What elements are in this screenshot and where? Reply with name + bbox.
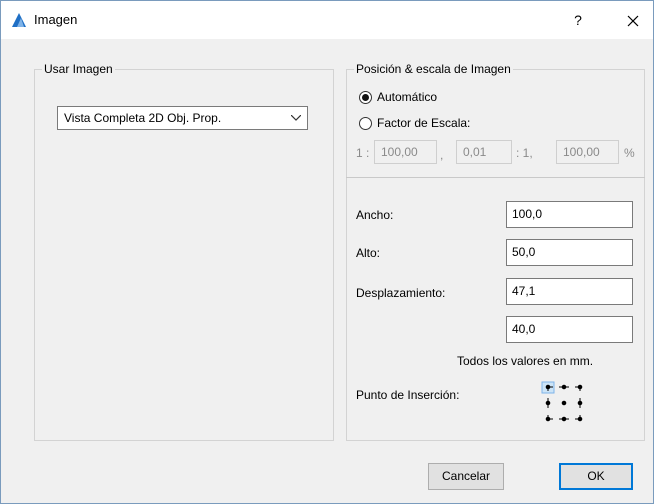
desplazamiento-label: Desplazamiento: (356, 286, 446, 300)
ok-button[interactable]: OK (559, 463, 633, 490)
scale-prefix: 1 : (356, 146, 370, 160)
ancho-label: Ancho: (356, 208, 394, 222)
radio-factor-escala-label: Factor de Escala: (377, 116, 471, 130)
alto-input[interactable]: 50,0 (506, 239, 633, 266)
cancel-button[interactable]: Cancelar (428, 463, 504, 490)
radio-factor-escala-indicator[interactable] (359, 116, 372, 130)
insertion-point-grid-icon[interactable] (540, 381, 588, 425)
scale-sep-1: , (440, 148, 444, 162)
radio-factor-escala[interactable]: Factor de Escala: (359, 116, 470, 130)
posicion-escala-label: Posición & escala de Imagen (354, 62, 513, 76)
scale-field-1[interactable]: 100,00 (374, 140, 437, 164)
scale-field-2[interactable]: 0,01 (456, 140, 512, 164)
dialog-window: Imagen ? Usar Imagen Vista Completa 2D O… (0, 0, 654, 504)
help-button[interactable]: ? (566, 9, 590, 31)
title-bar: Imagen ? (1, 1, 653, 39)
scale-sep-2: : 1, (516, 146, 533, 160)
usar-imagen-label: Usar Imagen (42, 62, 115, 76)
radio-automatico[interactable]: Automático (359, 90, 437, 104)
close-icon (627, 15, 639, 27)
chevron-down-icon (291, 115, 301, 121)
insertion-point-label: Punto de Inserción: (356, 388, 460, 402)
image-source-select[interactable]: Vista Completa 2D Obj. Prop. (57, 106, 308, 130)
desplazamiento-y-input[interactable]: 40,0 (506, 316, 633, 343)
window-title: Imagen (34, 12, 78, 27)
close-button[interactable] (618, 7, 648, 33)
units-note: Todos los valores en mm. (457, 354, 594, 368)
alto-label: Alto: (356, 246, 381, 260)
scale-suffix: % (624, 146, 635, 160)
radio-automatico-label: Automático (377, 90, 438, 104)
scale-field-3[interactable]: 100,00 (556, 140, 619, 164)
archicad-app-icon (11, 12, 27, 28)
image-source-value: Vista Completa 2D Obj. Prop. (64, 111, 222, 125)
radio-automatico-indicator[interactable] (359, 90, 372, 104)
section-divider (346, 177, 645, 178)
desplazamiento-x-input[interactable]: 47,1 (506, 278, 633, 305)
ancho-input[interactable]: 100,0 (506, 201, 633, 228)
